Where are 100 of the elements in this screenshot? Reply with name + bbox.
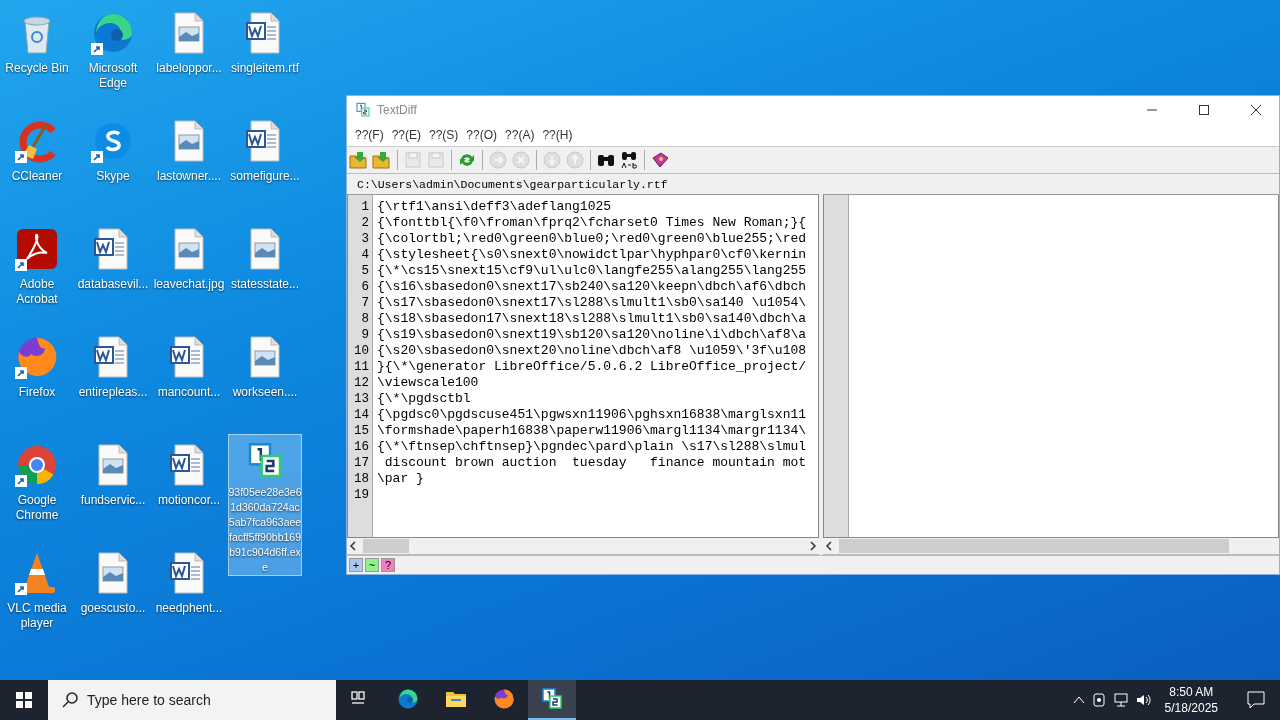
icon-label: singleitem.rtf [230, 61, 300, 76]
search-field[interactable]: Type here to search [48, 680, 336, 720]
icon-label: VLC media player [6, 601, 68, 631]
code-line: {\stylesheet{\s0\snext0\nowidctlpar\hyphpar0\cf0\kernin [377, 247, 807, 263]
cross-circle-icon [511, 150, 531, 170]
scroll-left-icon[interactable] [349, 541, 357, 551]
desktop-icon[interactable]: mancount... [152, 326, 226, 430]
icon-label: Recycle Bin [4, 61, 70, 76]
horizontal-scrollbar[interactable] [347, 538, 819, 555]
open-folder-icon [372, 150, 392, 170]
windows-logo-icon [16, 692, 32, 708]
fox-browser-icon [492, 687, 516, 711]
device-icon[interactable] [1090, 692, 1107, 708]
horizontal-scrollbar[interactable] [823, 538, 1279, 555]
desktop-icon[interactable]: motioncor... [152, 434, 226, 538]
chevron-up-icon[interactable] [1072, 695, 1085, 705]
line-number: 9 [360, 327, 370, 343]
scroll-left-icon[interactable] [825, 541, 833, 551]
menu-item[interactable]: ??(H) [538, 128, 577, 142]
window-title: TextDiff [377, 103, 418, 117]
line-number: 7 [360, 295, 370, 311]
code-line: {\*\pgdsctbl [377, 391, 472, 407]
maximize-icon [1199, 105, 1209, 115]
line-number: 19 [353, 487, 370, 503]
desktop-icon[interactable]: singleitem.rtf [228, 2, 302, 106]
code-line: discount brown auction tuesday finance mountain mot [383, 455, 807, 471]
desktop-icon[interactable]: somefigure... [228, 110, 302, 214]
scrollbar-thumb[interactable] [839, 539, 1229, 553]
text-editor[interactable] [347, 195, 819, 538]
line-number: 6 [360, 279, 370, 295]
line-number: 17 [353, 455, 370, 471]
icon-label: labeloppor... [155, 61, 223, 76]
desktop-icon[interactable]: fundservic... [76, 434, 150, 538]
line-number: 3 [360, 231, 370, 247]
menu-item[interactable]: ??(F) [351, 128, 388, 142]
desktop-icon[interactable]: Recycle Bin [0, 2, 74, 106]
desktop-icon[interactable]: entirepleas... [76, 326, 150, 430]
code-line: {\s20\sbasedon0\snext20\noline\dbch\af8 \u1059\'3f\u108 [377, 343, 807, 359]
icon-label: entirepleas... [77, 385, 149, 400]
app-icon [355, 102, 371, 118]
code-line: {\fonttbl{\f0\froman\fprq2\fcharset0 Times New Roman;}{ [377, 215, 807, 231]
desktop-icon[interactable]: workseen.... [228, 326, 302, 430]
icon-label: fundservic... [79, 493, 147, 508]
line-number: 16 [353, 439, 370, 455]
taskbar-app[interactable] [528, 680, 576, 720]
icon-label: motioncor... [157, 493, 221, 508]
code-line: {\s19\sbasedon0\snext19\sb120\sa120\noline\i\dbch\af8\a [377, 327, 807, 343]
desktop-icon[interactable]: labeloppor... [152, 2, 226, 106]
desktop-icon[interactable]: leavechat.jpg [152, 218, 226, 322]
desktop-icon[interactable]: Microsoft Edge [76, 2, 150, 106]
line-number: 10 [353, 343, 370, 359]
desktop-icon[interactable]: lastowner.... [152, 110, 226, 214]
icon-label: workseen.... [231, 385, 299, 400]
desktop-icon[interactable]: CCleaner [0, 110, 74, 214]
compare-app-icon [540, 687, 564, 711]
browser-icon [396, 687, 420, 711]
status-marker: + [349, 558, 363, 572]
desktop-icon[interactable]: statesstate... [228, 218, 302, 322]
save-icon [403, 150, 423, 170]
code-line: {\s18\sbasedon17\snext18\sl288\slmult1\sb0\sa140\dbch\a [377, 311, 807, 327]
clock[interactable]: 8:50 AM 5/18/2025 [1156, 684, 1226, 716]
toolbar-button[interactable] [619, 149, 639, 171]
desktop-icon[interactable]: VLC media player [0, 542, 74, 646]
icon-label: statesstate... [229, 277, 300, 292]
code-line: {\*\cs15\snext15\cf9\ul\ulc0\langfe255\alang255\lang255 [377, 263, 807, 279]
icon-label: Adobe Acrobat [15, 277, 59, 307]
icon-label: needphent... [154, 601, 224, 616]
save-icon [426, 150, 446, 170]
desktop-icon[interactable]: Adobe Acrobat [0, 218, 74, 322]
scroll-right-icon[interactable] [809, 541, 817, 551]
menu-item[interactable]: ??(E) [387, 128, 425, 142]
icon-label: 93f05ee28e3e61d360da724ac5ab7fca963aeefacff5ff90bb169b91c904d6ff.exe [228, 485, 302, 575]
icon-label: Skype [95, 169, 131, 184]
desktop-icon[interactable]: needphent... [152, 542, 226, 646]
line-number: 18 [353, 471, 370, 487]
desktop-icon[interactable]: 93f05ee28e3e61d360da724ac5ab7fca963aeefacff5ff90bb169b91c904d6ff.exe [228, 434, 302, 576]
menu-item[interactable]: ??(O) [462, 128, 502, 142]
line-number: 11 [353, 359, 370, 375]
code-line: \par } [377, 471, 425, 487]
status-marker: ~ [365, 558, 379, 572]
icon-label: Microsoft Edge [87, 61, 139, 91]
file-path: C:\Users\admin\Documents\gearparticularly.rtf [357, 177, 668, 191]
search-icon [62, 692, 78, 708]
desktop-icon[interactable]: Skype [76, 110, 150, 214]
desktop-icon[interactable]: databasevil... [76, 218, 150, 322]
close-icon [1251, 105, 1261, 115]
arrow-circle-icon [488, 150, 508, 170]
speaker-icon[interactable] [1134, 692, 1151, 708]
open-folder-icon [349, 150, 369, 170]
desktop-icon[interactable]: goescusto... [76, 542, 150, 646]
desktop-icon[interactable]: Google Chrome [0, 434, 74, 538]
code-line: {\*\ftnsep\chftnsep}\pgndec\pard\plain \s17\sl288\slmul [377, 439, 807, 455]
code-line: \viewscale100 [377, 375, 480, 391]
menu-item[interactable]: ??(A) [501, 128, 539, 142]
binoculars-icon [619, 150, 639, 170]
scrollbar-thumb[interactable] [363, 539, 409, 553]
menu-item[interactable]: ??(S) [425, 128, 463, 142]
network-icon[interactable] [1112, 692, 1129, 708]
desktop-icon[interactable]: Firefox [0, 326, 74, 430]
icon-label: leavechat.jpg [152, 277, 226, 292]
